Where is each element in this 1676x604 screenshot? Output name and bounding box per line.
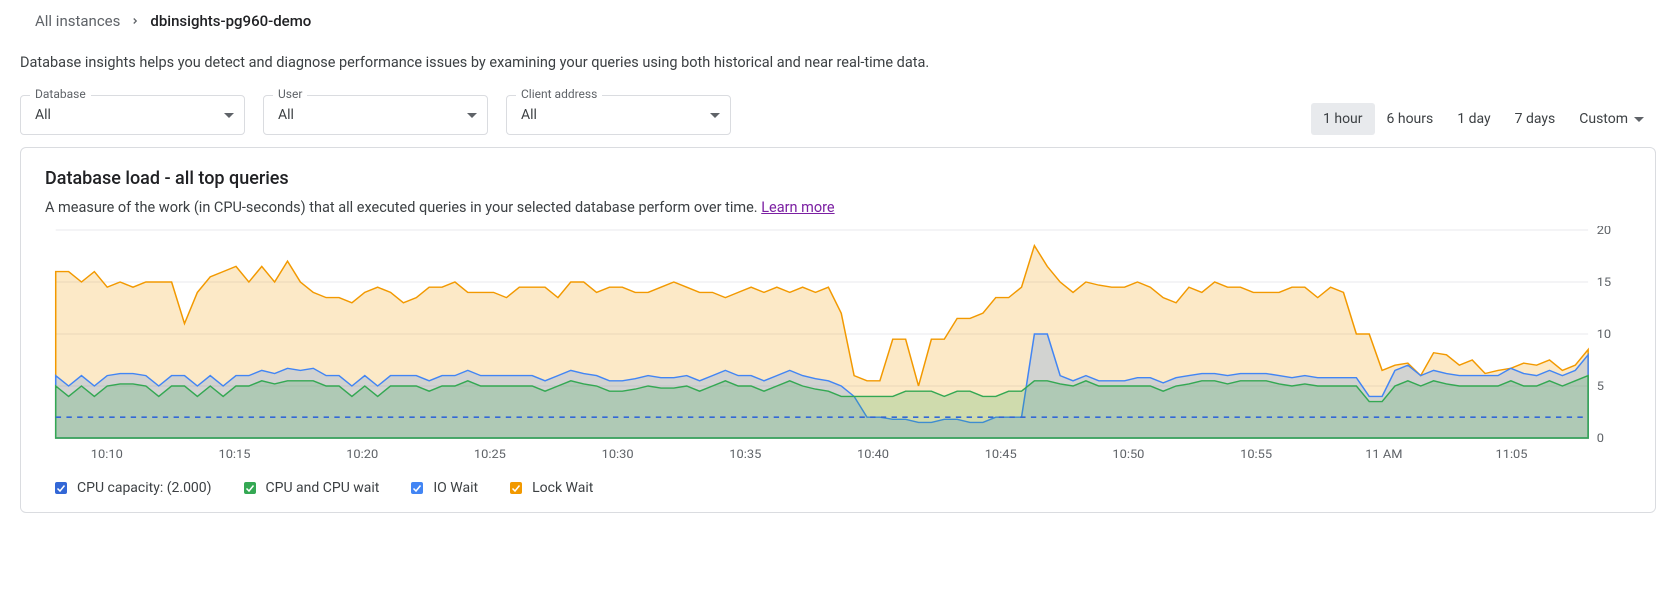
legend-lock-wait[interactable]: Lock Wait (508, 480, 593, 496)
legend-io-swatch (409, 480, 425, 496)
database-select-group: Database All (20, 95, 245, 135)
svg-text:10:35: 10:35 (729, 447, 761, 461)
database-select[interactable]: All (20, 95, 245, 135)
client-select-group: Client address All (506, 95, 731, 135)
svg-text:10:20: 10:20 (346, 447, 378, 461)
time-range-row: 1 hour6 hours1 day7 daysCustom (1311, 103, 1656, 135)
legend-cpuwait-swatch (242, 480, 258, 496)
user-value: All (278, 107, 294, 123)
svg-text:10:55: 10:55 (1240, 447, 1272, 461)
breadcrumb: All instances dbinsights-pg960-demo (20, 12, 1656, 30)
legend-io-wait[interactable]: IO Wait (409, 480, 478, 496)
svg-text:10:15: 10:15 (219, 447, 251, 461)
svg-text:10: 10 (1597, 327, 1611, 341)
svg-text:10:25: 10:25 (474, 447, 506, 461)
range-custom[interactable]: Custom (1567, 103, 1656, 135)
user-label: User (273, 87, 307, 101)
user-select[interactable]: All (263, 95, 488, 135)
dropdown-caret-icon (710, 113, 720, 118)
svg-text:15: 15 (1597, 275, 1611, 289)
legend-capacity-swatch (53, 480, 69, 496)
svg-text:10:50: 10:50 (1112, 447, 1144, 461)
range-1-day[interactable]: 1 day (1445, 103, 1502, 135)
range-6-hours[interactable]: 6 hours (1375, 103, 1446, 135)
chart-card: Database load - all top queries A measur… (20, 147, 1656, 513)
db-load-chart: 0 5 10 15 20 10:10 10:15 10:20 10:25 10:30 10:35 10… (45, 226, 1631, 466)
svg-text:10:10: 10:10 (91, 447, 123, 461)
client-label: Client address (516, 87, 602, 101)
dropdown-caret-icon (224, 113, 234, 118)
learn-more-link[interactable]: Learn more (761, 199, 834, 216)
range-7-days[interactable]: 7 days (1503, 103, 1568, 135)
controls-row: Database All User All Client address All… (20, 95, 1656, 135)
svg-text:0: 0 (1597, 431, 1604, 445)
chevron-right-icon (130, 12, 140, 30)
svg-text:10:30: 10:30 (602, 447, 634, 461)
chart-title: Database load - all top queries (45, 168, 1631, 189)
dropdown-caret-icon (1634, 117, 1644, 122)
legend: CPU capacity: (2.000) CPU and CPU wait I… (45, 466, 1631, 496)
range-1-hour[interactable]: 1 hour (1311, 103, 1375, 135)
client-value: All (521, 107, 537, 123)
page-subtitle: Database insights helps you detect and d… (20, 54, 1656, 71)
legend-cpu-wait[interactable]: CPU and CPU wait (242, 480, 380, 496)
database-label: Database (30, 87, 91, 101)
svg-text:11:05: 11:05 (1496, 447, 1528, 461)
client-select[interactable]: All (506, 95, 731, 135)
user-select-group: User All (263, 95, 488, 135)
chart-area: 0 5 10 15 20 10:10 10:15 10:20 10:25 10:30 10:35 10… (45, 226, 1631, 466)
breadcrumb-root[interactable]: All instances (35, 12, 120, 30)
breadcrumb-leaf: dbinsights-pg960-demo (150, 12, 311, 30)
svg-text:10:40: 10:40 (857, 447, 889, 461)
chart-description: A measure of the work (in CPU-seconds) t… (45, 199, 1631, 216)
svg-text:20: 20 (1597, 226, 1611, 238)
svg-text:11 AM: 11 AM (1365, 447, 1402, 461)
database-value: All (35, 107, 51, 123)
legend-lock-swatch (508, 480, 524, 496)
svg-text:10:45: 10:45 (985, 447, 1017, 461)
dropdown-caret-icon (467, 113, 477, 118)
legend-cpu-capacity[interactable]: CPU capacity: (2.000) (53, 480, 212, 496)
svg-text:5: 5 (1597, 379, 1604, 393)
